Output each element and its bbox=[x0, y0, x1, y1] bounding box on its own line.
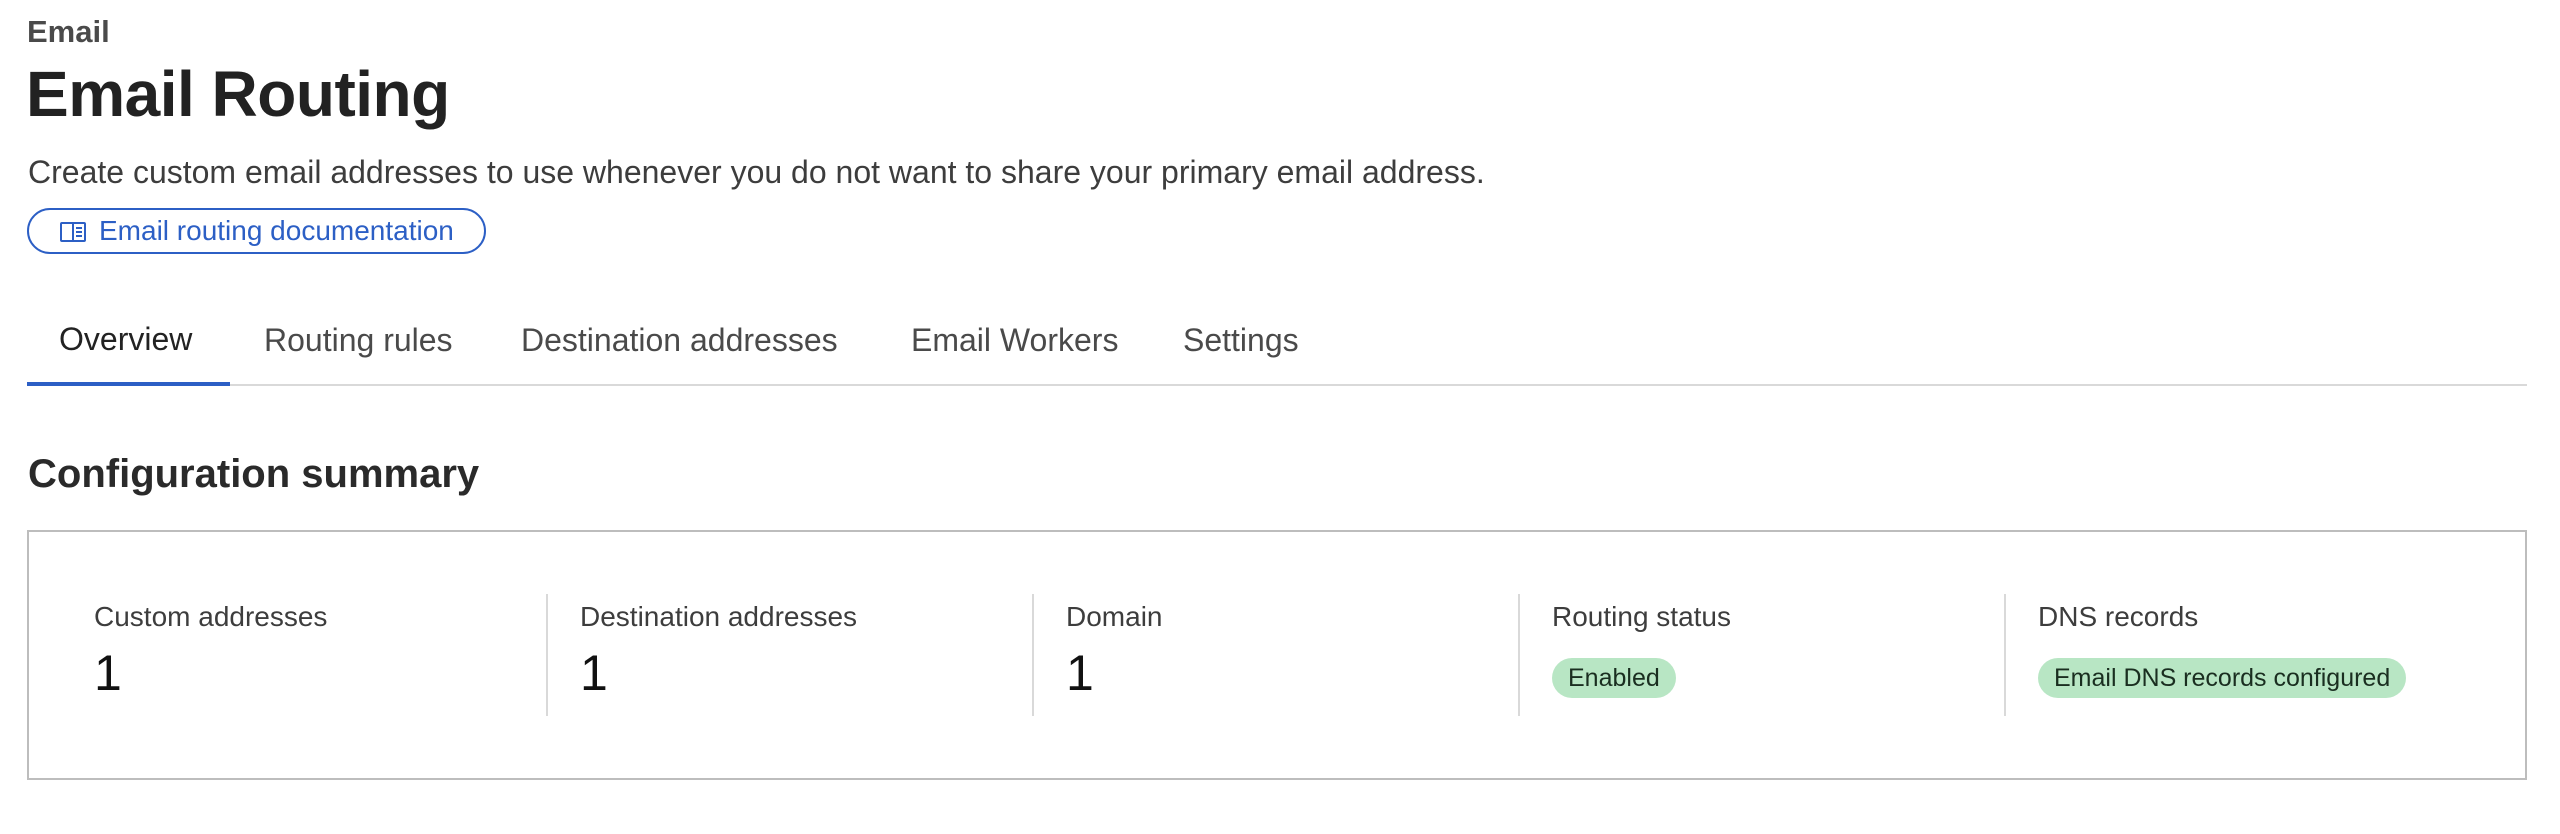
book-open-icon bbox=[59, 219, 87, 243]
status-badge-dns-configured: Email DNS records configured bbox=[2038, 658, 2407, 698]
stat-label: Custom addresses bbox=[94, 601, 328, 632]
stat-dns-records: DNS records Email DNS records configured bbox=[2004, 594, 2492, 716]
stat-value: 1 bbox=[94, 645, 122, 701]
tab-email-workers[interactable]: Email Workers bbox=[911, 296, 1118, 384]
status-badge-enabled: Enabled bbox=[1552, 658, 1676, 698]
stat-label: Destination addresses bbox=[580, 601, 858, 632]
stat-custom-addresses: Custom addresses 1 bbox=[56, 594, 542, 716]
tab-destination-addresses[interactable]: Destination addresses bbox=[521, 296, 838, 384]
stat-destination-addresses: Destination addresses 1 bbox=[546, 594, 1034, 716]
stat-label: Routing status bbox=[1552, 601, 1731, 632]
section-title: Configuration summary bbox=[28, 452, 480, 496]
tab-routing-rules[interactable]: Routing rules bbox=[264, 296, 453, 384]
page-title: Email Routing bbox=[26, 58, 450, 130]
stat-label: DNS records bbox=[2038, 601, 2199, 632]
stat-value: 1 bbox=[1066, 645, 1094, 701]
documentation-link-label: Email routing documentation bbox=[99, 215, 454, 246]
configuration-summary-card: Custom addresses 1 Destination addresses… bbox=[27, 530, 2527, 780]
tab-overview[interactable]: Overview bbox=[27, 296, 230, 386]
stat-label: Domain bbox=[1066, 601, 1163, 632]
breadcrumb[interactable]: Email bbox=[27, 14, 110, 50]
stat-routing-status: Routing status Enabled bbox=[1518, 594, 2006, 716]
stat-value: 1 bbox=[580, 645, 608, 701]
page-description: Create custom email addresses to use whe… bbox=[28, 154, 1485, 190]
tab-settings[interactable]: Settings bbox=[1183, 296, 1299, 384]
stat-domain: Domain 1 bbox=[1032, 594, 1520, 716]
tab-bar: Overview Routing rules Destination addre… bbox=[27, 296, 2527, 386]
email-routing-page: Email Email Routing Create custom email … bbox=[0, 0, 2560, 834]
documentation-link-button[interactable]: Email routing documentation bbox=[27, 208, 486, 254]
